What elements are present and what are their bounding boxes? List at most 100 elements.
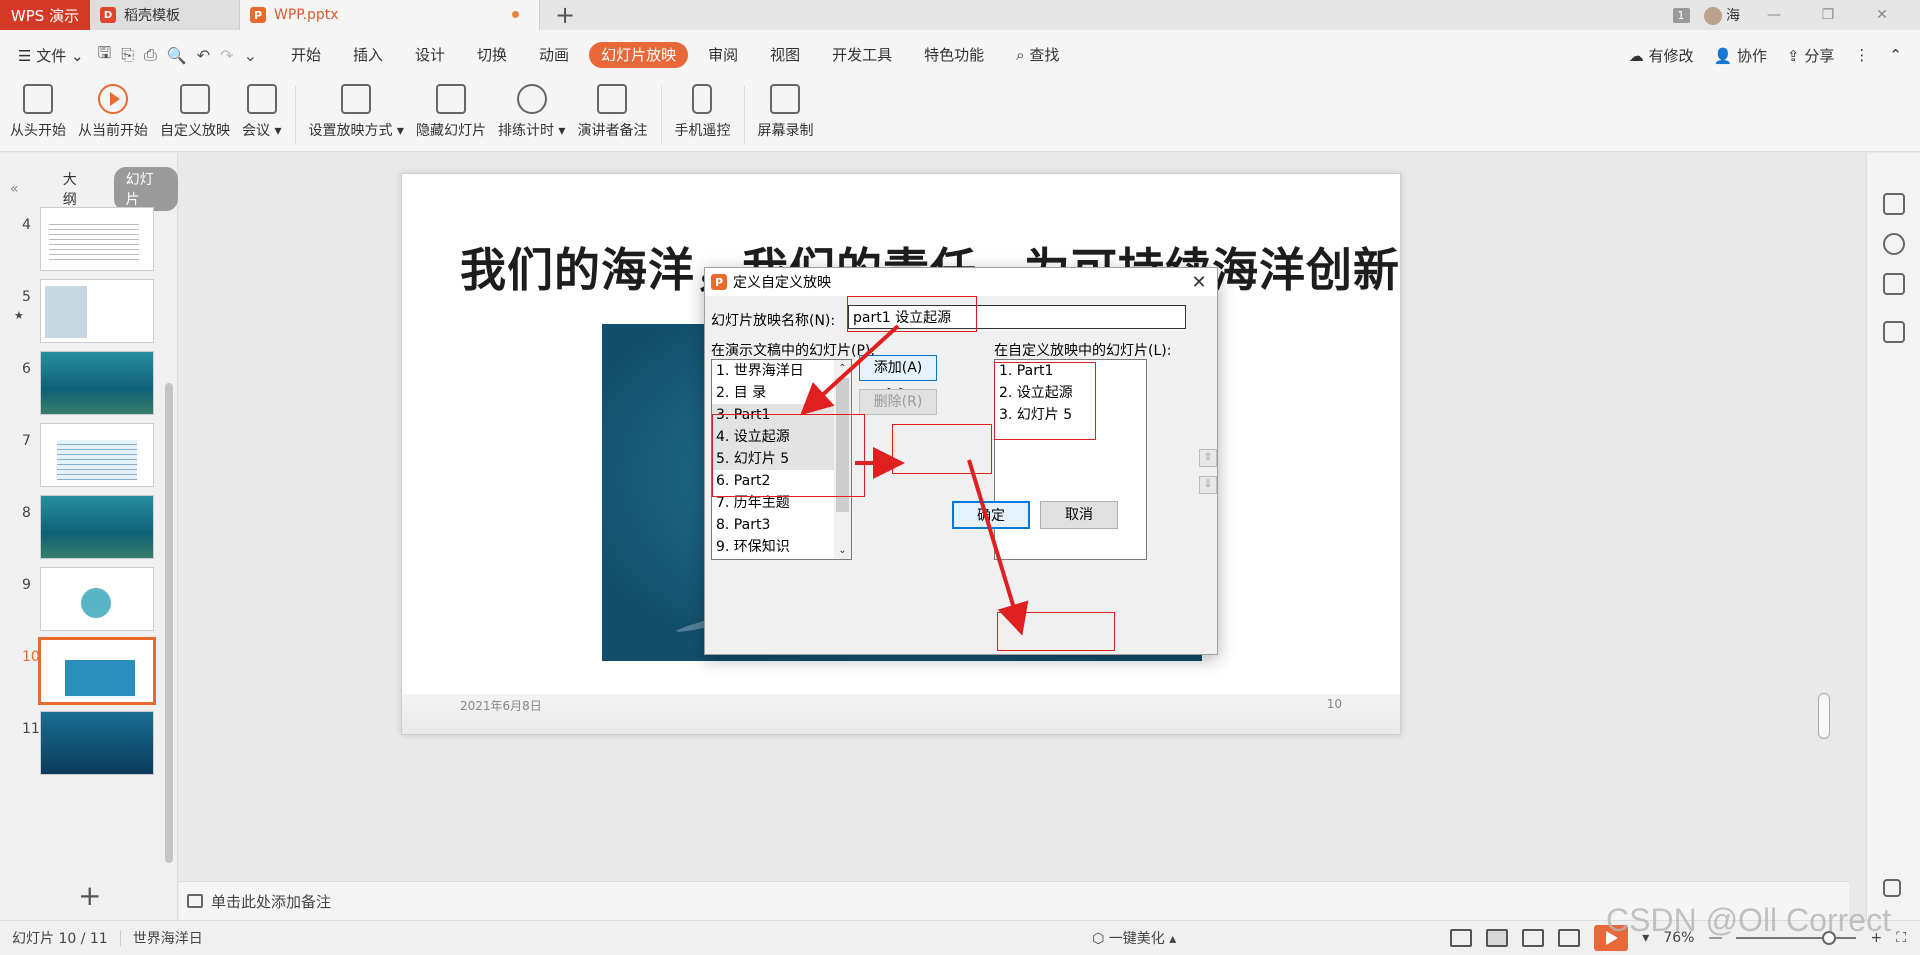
menu-home[interactable]: 开始 [275, 42, 337, 68]
dialog-title-bar[interactable]: P 定义自定义放映 ✕ [705, 268, 1217, 296]
search-menu[interactable]: ⌕ 查找 [1000, 42, 1075, 68]
menu-design[interactable]: 设计 [399, 42, 461, 68]
app-tab[interactable]: WPS 演示 [0, 0, 90, 30]
reading-view-icon[interactable] [1558, 929, 1581, 947]
normal-view-icon[interactable] [1486, 929, 1509, 947]
slide-thumbnail[interactable]: 6 [0, 351, 165, 421]
notes-icon [187, 894, 203, 908]
more-options-icon[interactable]: ⋮ [1854, 46, 1869, 64]
add-button[interactable]: 添加(A) >> [859, 355, 937, 400]
menu-slideshow[interactable]: 幻灯片放映 [589, 42, 689, 68]
slide-number: 4 [22, 217, 31, 233]
menu-insert[interactable]: 插入 [337, 42, 399, 68]
dialog-close-icon[interactable]: ✕ [1181, 272, 1217, 293]
slide-thumbnail-active[interactable]: 10 [0, 637, 165, 709]
new-tab-button[interactable]: + [540, 0, 590, 30]
menu-animation[interactable]: 动画 [523, 42, 585, 68]
tab-templates[interactable]: D 稻壳模板 [90, 0, 240, 30]
format-painter-icon[interactable]: ⎘ [121, 45, 134, 65]
notes-placeholder[interactable]: 单击此处添加备注 [211, 891, 331, 912]
save-icon[interactable]: 🖫 [98, 42, 112, 69]
collapse-panel-icon[interactable]: « [10, 181, 39, 197]
modified-status[interactable]: ☁ 有修改 [1629, 45, 1694, 66]
effects-icon[interactable] [1883, 233, 1905, 255]
menu-features[interactable]: 特色功能 [908, 42, 1000, 68]
collaborate-button[interactable]: 👤 协作 [1714, 45, 1767, 66]
maximize-icon[interactable]: ❐ [1808, 7, 1848, 23]
slide-number: 11 [22, 721, 40, 737]
search-icon: ⌕ [1016, 46, 1025, 64]
move-up-icon[interactable]: ⇧ [1199, 449, 1217, 467]
slide-thumbnail[interactable]: 11 [0, 711, 165, 781]
menu-developer[interactable]: 开发工具 [816, 42, 908, 68]
share-button[interactable]: ⇪ 分享 [1787, 45, 1834, 66]
presenter-notes-label: 演讲者备注 [577, 123, 648, 139]
screen-record-button[interactable]: 屏幕录制 [757, 80, 813, 140]
redo-icon[interactable]: ↷ [220, 46, 233, 65]
add-slide-button[interactable]: + [78, 879, 101, 912]
slide-panel: « 大纲 幻灯片 4 5 ★ 6 7 8 9 10 11 + [0, 153, 178, 920]
close-window-icon[interactable]: ✕ [1862, 7, 1902, 23]
fit-window-icon[interactable]: ⛶ [1896, 930, 1906, 946]
meeting-button[interactable]: 会议 ▾ [242, 80, 281, 140]
apps-grid-icon[interactable] [1883, 879, 1901, 897]
window-count-badge[interactable]: 1 [1672, 7, 1690, 23]
notes-bar[interactable]: 单击此处添加备注 [179, 881, 1849, 920]
editor-scrollbar[interactable] [1815, 153, 1831, 881]
notes-toggle-icon[interactable] [1450, 929, 1473, 947]
menu-bar: ☰ 文件 ⌄ 🖫 ⎘ ⎙ 🔍 ↶ ↷ ⌄ 开始 插入 设计 切换 动画 幻灯片放… [0, 30, 1920, 80]
minimize-icon[interactable]: — [1754, 7, 1794, 23]
slide-thumbnail[interactable]: 4 [0, 207, 165, 277]
panel-scrollbar[interactable] [165, 383, 173, 863]
customize-toolbar-icon[interactable]: ⌄ [244, 46, 257, 65]
scroll-down-icon[interactable]: ⌄ [834, 542, 851, 559]
scroll-up-icon[interactable]: ⌃ [834, 360, 851, 377]
setup-show-button[interactable]: 设置放映方式 ▾ [308, 80, 404, 140]
beautify-button[interactable]: ⬡ 一键美化 ▴ [1092, 928, 1176, 948]
presenter-notes-button[interactable]: 演讲者备注 [577, 80, 647, 140]
slide-thumbnail[interactable]: 8 [0, 495, 165, 565]
slide-thumbnail[interactable]: 5 ★ [0, 279, 165, 349]
undo-icon[interactable]: ↶ [197, 46, 210, 65]
slide-thumbnail[interactable]: 7 [0, 423, 165, 493]
ok-button[interactable]: 确定 [952, 501, 1030, 529]
beautify-icon: ⬡ [1092, 931, 1105, 947]
delete-button[interactable]: 删除(R) [859, 389, 937, 415]
print-preview-icon[interactable]: 🔍 [167, 46, 187, 65]
scrollbar-thumb[interactable] [1818, 693, 1830, 739]
phone-remote-button[interactable]: 手机遥控 [674, 80, 730, 140]
slide-library-icon[interactable] [1883, 273, 1905, 295]
from-beginning-button[interactable]: 从头开始 [10, 80, 66, 140]
file-menu[interactable]: ☰ 文件 ⌄ [18, 45, 84, 66]
slide-thumbnail[interactable]: 9 [0, 567, 165, 637]
hide-slide-button[interactable]: 隐藏幻灯片 [416, 80, 486, 140]
custom-show-button[interactable]: 自定义放映 [160, 80, 230, 140]
collapse-ribbon-icon[interactable]: ⌃ [1889, 46, 1902, 64]
properties-icon[interactable] [1883, 193, 1905, 215]
settings-icon [341, 84, 372, 114]
cancel-button[interactable]: 取消 [1040, 501, 1118, 529]
sorter-view-icon[interactable] [1522, 929, 1545, 947]
list-item[interactable]: 1. 世界海洋日 [712, 360, 851, 382]
rehearse-timings-button[interactable]: 排练计时 ▾ [498, 80, 565, 140]
meeting-label: 会议 ▾ [242, 123, 282, 139]
user-menu[interactable]: 海 [1703, 5, 1740, 25]
list-item[interactable]: 2. 目 录 [712, 382, 851, 404]
list-item[interactable]: 9. 环保知识 [712, 536, 851, 558]
annotation-box-result [994, 362, 1096, 440]
move-down-icon[interactable]: ⇩ [1199, 476, 1217, 494]
tab-outline[interactable]: 大纲 [51, 167, 102, 211]
menu-view[interactable]: 视图 [754, 42, 816, 68]
docer-logo-icon: D [100, 7, 116, 23]
tab-document[interactable]: P WPP.pptx [240, 0, 540, 30]
quick-access-toolbar: 🖫 ⎘ ⎙ 🔍 ↶ ↷ ⌄ [98, 42, 257, 69]
tab-slides[interactable]: 幻灯片 [113, 167, 178, 211]
list-item[interactable]: 8. Part3 [712, 514, 851, 536]
menu-transition[interactable]: 切换 [461, 42, 523, 68]
from-current-button[interactable]: 从当前开始 [78, 80, 148, 140]
annotation-box-selection [712, 414, 865, 497]
theme-name[interactable]: 世界海洋日 [133, 928, 203, 948]
print-icon[interactable]: ⎙ [144, 45, 157, 65]
backup-icon[interactable] [1883, 321, 1905, 343]
menu-review[interactable]: 审阅 [692, 42, 754, 68]
